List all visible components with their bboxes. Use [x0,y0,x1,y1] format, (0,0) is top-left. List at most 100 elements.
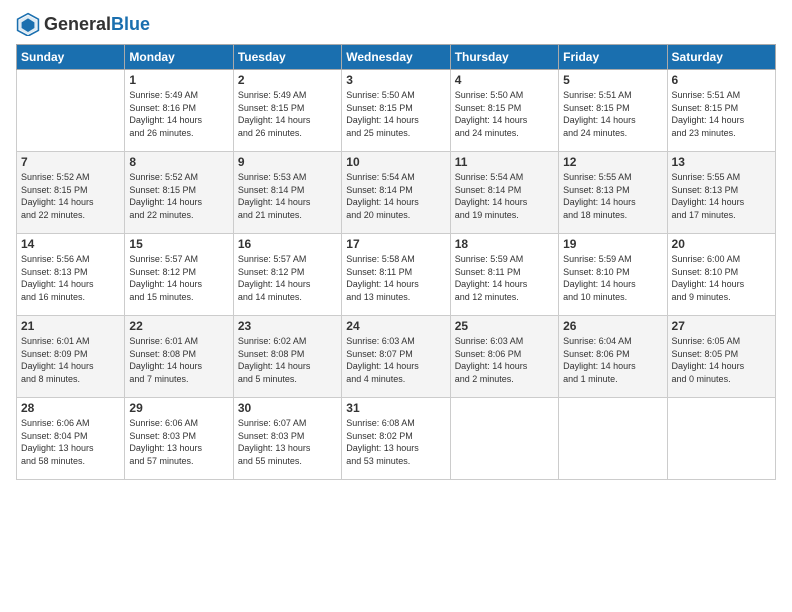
calendar-week-2: 7 Sunrise: 5:52 AM Sunset: 8:15 PM Daylig… [17,152,776,234]
day-number: 8 [129,155,228,169]
day-info: Sunrise: 5:52 AM Sunset: 8:15 PM Dayligh… [21,171,120,221]
day-number: 13 [672,155,771,169]
day-number: 25 [455,319,554,333]
day-info: Sunrise: 5:51 AM Sunset: 8:15 PM Dayligh… [672,89,771,139]
calendar-cell: 20 Sunrise: 6:00 AM Sunset: 8:10 PM Dayli… [667,234,775,316]
day-info: Sunrise: 5:58 AM Sunset: 8:11 PM Dayligh… [346,253,445,303]
calendar-body: 1 Sunrise: 5:49 AM Sunset: 8:16 PM Daylig… [17,70,776,480]
day-number: 26 [563,319,662,333]
day-info: Sunrise: 6:07 AM Sunset: 8:03 PM Dayligh… [238,417,337,467]
day-number: 12 [563,155,662,169]
calendar-cell: 26 Sunrise: 6:04 AM Sunset: 8:06 PM Dayli… [559,316,667,398]
calendar-cell: 4 Sunrise: 5:50 AM Sunset: 8:15 PM Daylig… [450,70,558,152]
calendar-cell [450,398,558,480]
day-number: 7 [21,155,120,169]
day-info: Sunrise: 5:52 AM Sunset: 8:15 PM Dayligh… [129,171,228,221]
day-header-tuesday: Tuesday [233,45,341,70]
day-number: 11 [455,155,554,169]
calendar-cell: 6 Sunrise: 5:51 AM Sunset: 8:15 PM Daylig… [667,70,775,152]
calendar-cell: 2 Sunrise: 5:49 AM Sunset: 8:15 PM Daylig… [233,70,341,152]
day-info: Sunrise: 6:06 AM Sunset: 8:04 PM Dayligh… [21,417,120,467]
day-info: Sunrise: 5:59 AM Sunset: 8:10 PM Dayligh… [563,253,662,303]
calendar-cell: 11 Sunrise: 5:54 AM Sunset: 8:14 PM Dayli… [450,152,558,234]
day-header-sunday: Sunday [17,45,125,70]
day-info: Sunrise: 6:08 AM Sunset: 8:02 PM Dayligh… [346,417,445,467]
calendar-cell: 24Sunrise: 6:03 AM Sunset: 8:07 PM Dayli… [342,316,450,398]
day-info: Sunrise: 5:57 AM Sunset: 8:12 PM Dayligh… [129,253,228,303]
day-header-thursday: Thursday [450,45,558,70]
day-number: 16 [238,237,337,251]
calendar-cell: 5 Sunrise: 5:51 AM Sunset: 8:15 PM Daylig… [559,70,667,152]
day-info: Sunrise: 5:57 AM Sunset: 8:12 PM Dayligh… [238,253,337,303]
calendar-cell: 27 Sunrise: 6:05 AM Sunset: 8:05 PM Dayli… [667,316,775,398]
day-number: 3 [346,73,445,87]
day-header-wednesday: Wednesday [342,45,450,70]
calendar-cell: 28 Sunrise: 6:06 AM Sunset: 8:04 PM Dayli… [17,398,125,480]
calendar-cell: 25 Sunrise: 6:03 AM Sunset: 8:06 PM Dayli… [450,316,558,398]
logo: GeneralBlue [16,12,150,36]
calendar: SundayMondayTuesdayWednesdayThursdayFrid… [16,44,776,480]
day-info: Sunrise: 6:01 AM Sunset: 8:09 PM Dayligh… [21,335,120,385]
calendar-cell: 10 Sunrise: 5:54 AM Sunset: 8:14 PM Dayli… [342,152,450,234]
header: GeneralBlue [16,12,776,36]
calendar-cell: 8 Sunrise: 5:52 AM Sunset: 8:15 PM Daylig… [125,152,233,234]
day-number: 4 [455,73,554,87]
day-number: 2 [238,73,337,87]
day-number: 23 [238,319,337,333]
day-number: 15 [129,237,228,251]
day-number: 6 [672,73,771,87]
day-info: Sunrise: 5:59 AM Sunset: 8:11 PM Dayligh… [455,253,554,303]
day-number: 5 [563,73,662,87]
calendar-cell [667,398,775,480]
day-info: Sunrise: 6:05 AM Sunset: 8:05 PM Dayligh… [672,335,771,385]
day-number: 22 [129,319,228,333]
calendar-week-4: 21 Sunrise: 6:01 AM Sunset: 8:09 PM Dayli… [17,316,776,398]
calendar-header: SundayMondayTuesdayWednesdayThursdayFrid… [17,45,776,70]
day-header-saturday: Saturday [667,45,775,70]
day-info: Sunrise: 5:56 AM Sunset: 8:13 PM Dayligh… [21,253,120,303]
day-number: 14 [21,237,120,251]
day-info: Sunrise: 5:50 AM Sunset: 8:15 PM Dayligh… [455,89,554,139]
day-info: Sunrise: 5:55 AM Sunset: 8:13 PM Dayligh… [672,171,771,221]
calendar-cell: 3 Sunrise: 5:50 AM Sunset: 8:15 PM Daylig… [342,70,450,152]
day-number: 18 [455,237,554,251]
calendar-cell [17,70,125,152]
day-number: 28 [21,401,120,415]
calendar-cell: 15 Sunrise: 5:57 AM Sunset: 8:12 PM Dayli… [125,234,233,316]
logo-text: GeneralBlue [44,14,150,34]
day-info: Sunrise: 5:53 AM Sunset: 8:14 PM Dayligh… [238,171,337,221]
day-info: Sunrise: 6:03 AM Sunset: 8:06 PM Dayligh… [455,335,554,385]
calendar-cell: 13 Sunrise: 5:55 AM Sunset: 8:13 PM Dayli… [667,152,775,234]
day-info: Sunrise: 6:00 AM Sunset: 8:10 PM Dayligh… [672,253,771,303]
day-header-friday: Friday [559,45,667,70]
calendar-cell: 12Sunrise: 5:55 AM Sunset: 8:13 PM Dayli… [559,152,667,234]
calendar-week-5: 28 Sunrise: 6:06 AM Sunset: 8:04 PM Dayli… [17,398,776,480]
day-number: 19 [563,237,662,251]
day-number: 27 [672,319,771,333]
day-number: 9 [238,155,337,169]
day-number: 10 [346,155,445,169]
day-info: Sunrise: 5:54 AM Sunset: 8:14 PM Dayligh… [346,171,445,221]
calendar-cell: 7 Sunrise: 5:52 AM Sunset: 8:15 PM Daylig… [17,152,125,234]
day-info: Sunrise: 6:03 AM Sunset: 8:07 PM Dayligh… [346,335,445,385]
day-info: Sunrise: 5:50 AM Sunset: 8:15 PM Dayligh… [346,89,445,139]
day-number: 20 [672,237,771,251]
day-number: 29 [129,401,228,415]
day-info: Sunrise: 6:04 AM Sunset: 8:06 PM Dayligh… [563,335,662,385]
calendar-week-1: 1 Sunrise: 5:49 AM Sunset: 8:16 PM Daylig… [17,70,776,152]
calendar-cell: 23Sunrise: 6:02 AM Sunset: 8:08 PM Dayli… [233,316,341,398]
day-number: 1 [129,73,228,87]
page: GeneralBlue SundayMondayTuesdayWednesday… [0,0,792,612]
day-number: 21 [21,319,120,333]
day-info: Sunrise: 5:49 AM Sunset: 8:16 PM Dayligh… [129,89,228,139]
calendar-cell: 17Sunrise: 5:58 AM Sunset: 8:11 PM Dayli… [342,234,450,316]
day-info: Sunrise: 5:54 AM Sunset: 8:14 PM Dayligh… [455,171,554,221]
day-info: Sunrise: 6:06 AM Sunset: 8:03 PM Dayligh… [129,417,228,467]
calendar-cell: 21 Sunrise: 6:01 AM Sunset: 8:09 PM Dayli… [17,316,125,398]
calendar-cell: 9 Sunrise: 5:53 AM Sunset: 8:14 PM Daylig… [233,152,341,234]
day-number: 30 [238,401,337,415]
calendar-cell: 14 Sunrise: 5:56 AM Sunset: 8:13 PM Dayli… [17,234,125,316]
day-info: Sunrise: 5:51 AM Sunset: 8:15 PM Dayligh… [563,89,662,139]
calendar-cell: 18 Sunrise: 5:59 AM Sunset: 8:11 PM Dayli… [450,234,558,316]
day-info: Sunrise: 5:49 AM Sunset: 8:15 PM Dayligh… [238,89,337,139]
